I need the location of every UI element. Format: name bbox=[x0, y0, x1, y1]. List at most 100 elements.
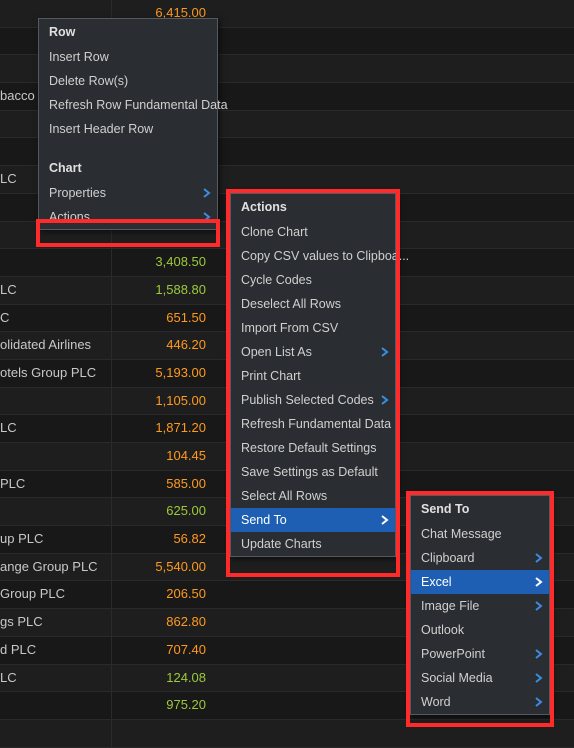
menu-item-label: Social Media bbox=[421, 671, 493, 685]
row-name bbox=[0, 443, 112, 470]
row-name: olidated Airlines bbox=[0, 332, 112, 359]
menu-item[interactable]: Refresh Row Fundamental Data bbox=[39, 93, 217, 117]
row-value: 206.50 bbox=[112, 581, 212, 608]
chevron-right-icon bbox=[535, 577, 543, 587]
menu-section-header: Chart bbox=[39, 155, 217, 181]
menu-item[interactable]: Save Settings as Default bbox=[231, 460, 395, 484]
menu-item-label: Deselect All Rows bbox=[241, 297, 341, 311]
row-name: otels Group PLC bbox=[0, 360, 112, 387]
menu-item[interactable]: Insert Row bbox=[39, 45, 217, 69]
menu-item[interactable]: Delete Row(s) bbox=[39, 69, 217, 93]
menu-item[interactable]: Open List As bbox=[231, 340, 395, 364]
row-name bbox=[0, 388, 112, 415]
menu-item-label: Copy CSV values to Clipboa... bbox=[241, 249, 409, 263]
menu-item-label: Refresh Fundamental Data bbox=[241, 417, 391, 431]
menu-item-label: Update Charts bbox=[241, 537, 322, 551]
menu-item-label: Save Settings as Default bbox=[241, 465, 378, 479]
row-name bbox=[0, 249, 112, 276]
menu-item-label: Chat Message bbox=[421, 527, 502, 541]
chevron-right-icon bbox=[203, 188, 211, 198]
menu-item[interactable]: Print Chart bbox=[231, 364, 395, 388]
menu-item[interactable]: Word bbox=[411, 690, 549, 714]
menu-item[interactable]: Clone Chart bbox=[231, 220, 395, 244]
menu-item[interactable]: Clipboard bbox=[411, 546, 549, 570]
row-name: LC bbox=[0, 277, 112, 304]
menu-item[interactable]: Properties bbox=[39, 181, 217, 205]
menu-item[interactable]: Insert Header Row bbox=[39, 117, 217, 141]
chevron-right-icon bbox=[203, 212, 211, 222]
menu-item-label: Word bbox=[421, 695, 451, 709]
chevron-right-icon bbox=[381, 515, 389, 525]
menu-item[interactable]: Image File bbox=[411, 594, 549, 618]
table-row[interactable] bbox=[0, 720, 574, 748]
menu-item[interactable]: Excel bbox=[411, 570, 549, 594]
menu-item[interactable]: Update Charts bbox=[231, 532, 395, 556]
row-value: 862.80 bbox=[112, 609, 212, 636]
menu-item-label: Send To bbox=[241, 513, 287, 527]
menu-item-label: PowerPoint bbox=[421, 647, 485, 661]
row-value: 5,540.00 bbox=[112, 554, 212, 581]
row-value: 3,408.50 bbox=[112, 249, 212, 276]
menu-item-label: Clone Chart bbox=[241, 225, 308, 239]
menu-item-label: Delete Row(s) bbox=[49, 74, 128, 88]
menu-item-label: Insert Row bbox=[49, 50, 109, 64]
menu-item[interactable]: Send To bbox=[231, 508, 395, 532]
menu-item-label: Open List As bbox=[241, 345, 312, 359]
menu-item[interactable]: PowerPoint bbox=[411, 642, 549, 666]
menu-item-label: Restore Default Settings bbox=[241, 441, 377, 455]
menu-item-label: Image File bbox=[421, 599, 479, 613]
menu-item-label: Import From CSV bbox=[241, 321, 338, 335]
row-value: 625.00 bbox=[112, 498, 212, 525]
row-name: d PLC bbox=[0, 637, 112, 664]
row-value: 446.20 bbox=[112, 332, 212, 359]
menu-item[interactable]: Publish Selected Codes bbox=[231, 388, 395, 412]
row-value: 56.82 bbox=[112, 526, 212, 553]
menu-item[interactable]: Deselect All Rows bbox=[231, 292, 395, 316]
row-name bbox=[0, 692, 112, 719]
menu-item-label: Publish Selected Codes bbox=[241, 393, 374, 407]
row-value: 1,871.20 bbox=[112, 415, 212, 442]
menu-item-label: Select All Rows bbox=[241, 489, 327, 503]
chevron-right-icon bbox=[535, 649, 543, 659]
context-menu-row-chart: RowInsert RowDelete Row(s)Refresh Row Fu… bbox=[38, 18, 218, 230]
menu-item[interactable]: Actions bbox=[39, 205, 217, 229]
chevron-right-icon bbox=[381, 395, 389, 405]
context-menu-actions: Actions Clone Chart Copy CSV values to Cli… bbox=[230, 193, 396, 557]
row-value: 104.45 bbox=[112, 443, 212, 470]
row-name: gs PLC bbox=[0, 609, 112, 636]
chevron-right-icon bbox=[381, 347, 389, 357]
chevron-right-icon bbox=[535, 697, 543, 707]
menu-item-label: Print Chart bbox=[241, 369, 301, 383]
menu-item[interactable]: Refresh Fundamental Data bbox=[231, 412, 395, 436]
menu-item-label: Cycle Codes bbox=[241, 273, 312, 287]
menu-item-label: Clipboard bbox=[421, 551, 475, 565]
menu-header: Actions bbox=[231, 194, 395, 220]
menu-item-label: Refresh Row Fundamental Data bbox=[49, 98, 228, 112]
menu-item[interactable]: Copy CSV values to Clipboa... bbox=[231, 244, 395, 268]
row-name: Group PLC bbox=[0, 581, 112, 608]
context-menu-send-to: Send To Chat Message Clipboard Excel Image F… bbox=[410, 495, 550, 715]
menu-item[interactable]: Import From CSV bbox=[231, 316, 395, 340]
menu-item[interactable]: Select All Rows bbox=[231, 484, 395, 508]
menu-header: Send To bbox=[411, 496, 549, 522]
row-value: 975.20 bbox=[112, 692, 212, 719]
menu-item-label: Actions bbox=[49, 210, 90, 224]
chevron-right-icon bbox=[535, 673, 543, 683]
row-name: PLC bbox=[0, 471, 112, 498]
row-value: 5,193.00 bbox=[112, 360, 212, 387]
chevron-right-icon bbox=[535, 601, 543, 611]
menu-item[interactable]: Outlook bbox=[411, 618, 549, 642]
row-name: LC bbox=[0, 415, 112, 442]
menu-item-label: Outlook bbox=[421, 623, 464, 637]
row-value: 707.40 bbox=[112, 637, 212, 664]
row-name bbox=[0, 498, 112, 525]
row-value: 585.00 bbox=[112, 471, 212, 498]
menu-item[interactable]: Chat Message bbox=[411, 522, 549, 546]
menu-item[interactable]: Social Media bbox=[411, 666, 549, 690]
row-value: 1,105.00 bbox=[112, 388, 212, 415]
menu-item[interactable]: Restore Default Settings bbox=[231, 436, 395, 460]
menu-item[interactable]: Cycle Codes bbox=[231, 268, 395, 292]
row-value: 1,588.80 bbox=[112, 277, 212, 304]
menu-item-label: Excel bbox=[421, 575, 452, 589]
chevron-right-icon bbox=[535, 553, 543, 563]
